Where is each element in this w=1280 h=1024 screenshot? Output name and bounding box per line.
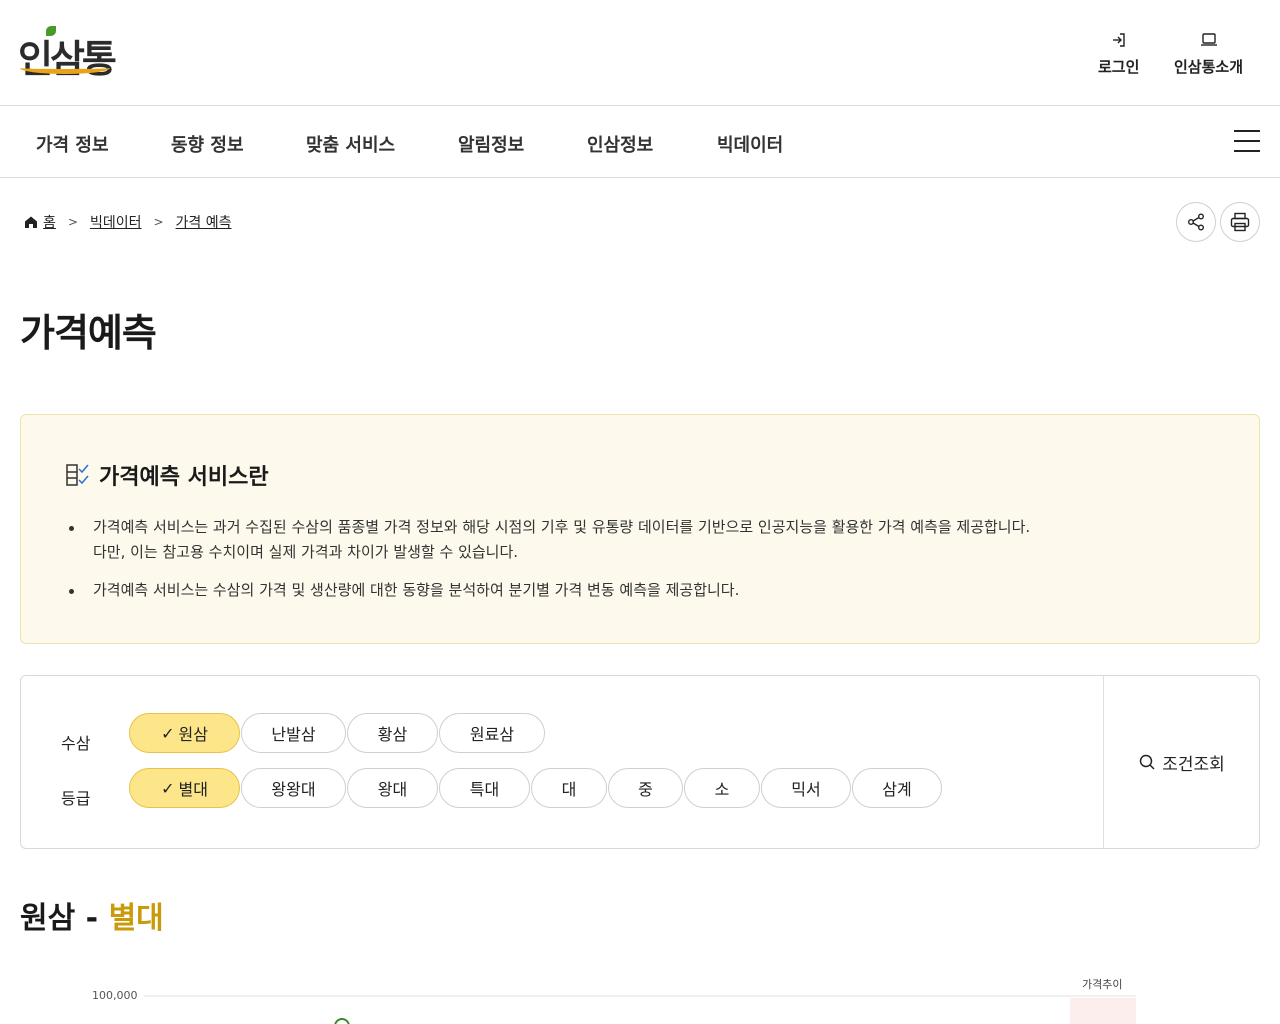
grade-chip-mixer[interactable]: 믹서 — [761, 768, 851, 808]
share-button[interactable] — [1176, 202, 1216, 242]
type-chip-hwangsam[interactable]: 황삼 — [347, 713, 438, 753]
legend-label: 가격추이 — [1082, 978, 1122, 991]
chevron-right-icon: > — [153, 215, 164, 229]
chip-label: 믹서 — [791, 780, 821, 799]
chip-label: 별대 — [178, 780, 208, 799]
legend-swatch — [1070, 998, 1136, 1024]
chip-label: 왕대 — [377, 780, 408, 799]
chip-label: 삼계 — [882, 780, 912, 799]
chip-label: 중 — [638, 780, 653, 799]
info-title-text: 가격예측 서비스란 — [99, 465, 269, 490]
price-chart: 100,000 가격추이 — [92, 978, 1136, 1024]
breadcrumb-bigdata[interactable]: 빅데이터 — [90, 212, 142, 232]
list-item: 가격예측 서비스는 과거 수집된 수삼의 품종별 가격 정보와 해당 시점의 기… — [69, 515, 1219, 565]
check-icon: ✓ — [161, 723, 175, 743]
nav-notice[interactable]: 알림정보 — [458, 131, 524, 157]
about-label: 인삼통소개 — [1174, 58, 1244, 76]
chip-label: 원료삼 — [469, 725, 515, 744]
result-dash: - — [85, 901, 99, 936]
check-icon: ✓ — [161, 778, 175, 798]
type-chip-nanbalsam[interactable]: 난발삼 — [241, 713, 346, 753]
chevron-right-icon: > — [67, 215, 78, 229]
grade-chip-teukdae[interactable]: 특대 — [439, 768, 530, 808]
filter-panel: 수삼 등급 ✓ 원삼 난발삼 황삼 원료삼 ✓ 별대 왕왕대 왕대 특대 대 중… — [20, 675, 1260, 849]
main-nav: 가격 정보 동향 정보 맞춤 서비스 알림정보 인삼정보 빅데이터 — [0, 107, 1280, 178]
site-header: 인삼통 로그인 인삼통소개 — [0, 0, 1280, 106]
type-label: 수삼 — [61, 734, 91, 753]
grade-label: 등급 — [61, 789, 91, 808]
chip-label: 소 — [714, 780, 730, 799]
printer-icon — [1230, 212, 1250, 232]
search-button[interactable]: 조건조회 — [1104, 676, 1259, 848]
breadcrumb-price-forecast[interactable]: 가격 예측 — [176, 212, 232, 232]
nav-custom-service[interactable]: 맞춤 서비스 — [306, 131, 395, 157]
grade-chip-so[interactable]: 소 — [684, 768, 760, 808]
nav-price-info[interactable]: 가격 정보 — [36, 131, 109, 157]
site-logo[interactable]: 인삼통 — [18, 22, 117, 84]
info-list: 가격예측 서비스는 과거 수집된 수삼의 품종별 가격 정보와 해당 시점의 기… — [69, 515, 1219, 616]
home-icon — [25, 216, 37, 228]
breadcrumb-home[interactable]: 홈 — [43, 212, 56, 232]
chip-label: 원삼 — [178, 725, 208, 744]
service-info-box: 가격예측 서비스란 가격예측 서비스는 과거 수집된 수삼의 품종별 가격 정보… — [20, 414, 1260, 644]
menu-icon[interactable] — [1234, 130, 1260, 152]
login-label: 로그인 — [1098, 58, 1140, 76]
chip-label: 황삼 — [377, 725, 408, 744]
info-item1-line1: 가격예측 서비스는 과거 수집된 수삼의 품종별 가격 정보와 해당 시점의 기… — [93, 518, 1031, 536]
grade-chip-wangdae[interactable]: 왕대 — [347, 768, 438, 808]
grade-chip-byeoldae[interactable]: ✓ 별대 — [129, 768, 240, 808]
grade-chip-jung[interactable]: 중 — [608, 768, 683, 808]
logo-text: 인삼통 — [18, 36, 117, 81]
nav-bigdata[interactable]: 빅데이터 — [717, 131, 783, 157]
type-chip-wonsam[interactable]: ✓ 원삼 — [129, 713, 240, 753]
y-tick-label: 100,000 — [92, 989, 138, 1002]
chip-label: 대 — [561, 780, 577, 799]
grade-chip-dae[interactable]: 대 — [531, 768, 607, 808]
checklist-icon — [66, 464, 89, 486]
print-button[interactable] — [1220, 202, 1260, 242]
data-point — [334, 1018, 350, 1024]
chip-label: 왕왕대 — [271, 780, 316, 799]
about-button[interactable]: 인삼통소개 — [1174, 30, 1243, 77]
search-icon — [1139, 754, 1155, 770]
chip-label: 난발삼 — [271, 725, 316, 744]
nav-ginseng-info[interactable]: 인삼정보 — [587, 131, 653, 157]
laptop-icon — [1200, 33, 1217, 46]
grade-chip-wangwangdae[interactable]: 왕왕대 — [241, 768, 346, 808]
type-chip-wonryosam[interactable]: 원료삼 — [439, 713, 545, 753]
page-title: 가격예측 — [20, 311, 157, 355]
list-item: 가격예측 서비스는 수삼의 가격 및 생산량에 대한 동향을 분석하여 분기별 … — [69, 578, 1219, 603]
chip-label: 특대 — [469, 780, 500, 799]
breadcrumb: 홈 > 빅데이터 > 가격 예측 — [24, 212, 232, 232]
info-item2: 가격예측 서비스는 수삼의 가격 및 생산량에 대한 동향을 분석하여 분기별 … — [93, 581, 740, 599]
logo-swoosh — [20, 62, 110, 74]
result-title: 원삼 - 별대 — [20, 893, 164, 937]
login-button[interactable]: 로그인 — [1098, 30, 1139, 77]
result-grade: 별대 — [108, 901, 164, 936]
login-icon — [1112, 33, 1125, 47]
result-type: 원삼 — [20, 901, 76, 936]
share-icon — [1188, 213, 1204, 231]
search-button-label: 조건조회 — [1162, 754, 1225, 775]
info-title: 가격예측 서비스란 — [65, 459, 269, 491]
nav-trend-info[interactable]: 동향 정보 — [171, 131, 244, 157]
grade-chip-samgye[interactable]: 삼계 — [852, 768, 942, 808]
info-item1-line2: 다만, 이는 참고용 수치이며 실제 가격과 차이가 발생할 수 있습니다. — [93, 543, 519, 561]
